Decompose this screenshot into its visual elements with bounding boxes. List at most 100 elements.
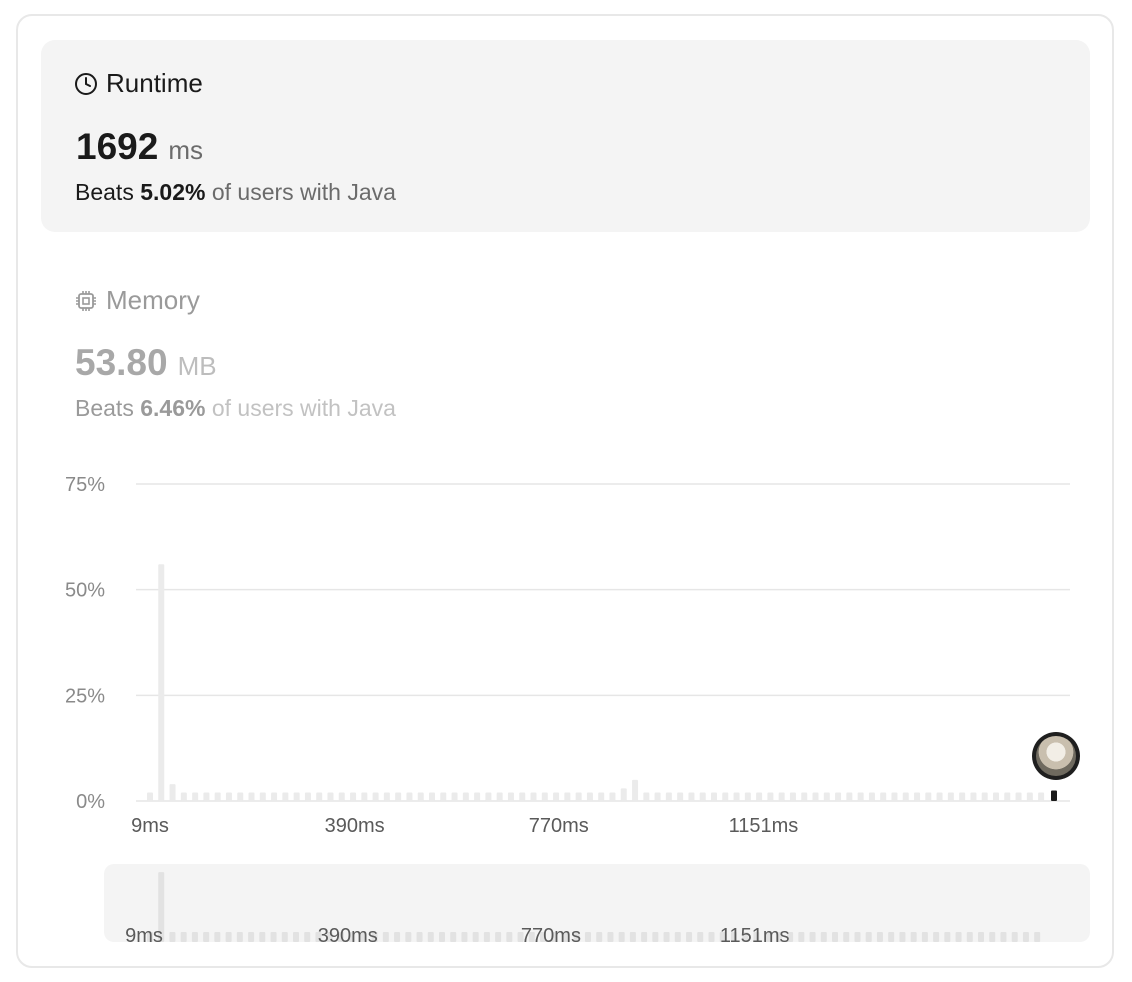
distribution-bar bbox=[891, 792, 898, 801]
navigator-bar bbox=[180, 932, 187, 942]
distribution-bar bbox=[665, 792, 672, 801]
distribution-bar bbox=[192, 792, 199, 801]
distribution-bar bbox=[316, 792, 323, 801]
navigator-tick-label: 390ms bbox=[318, 925, 378, 947]
distribution-bar bbox=[823, 792, 830, 801]
navigator-bar bbox=[281, 932, 288, 942]
navigator-bar bbox=[292, 932, 299, 942]
distribution-bar bbox=[868, 792, 875, 801]
distribution-bar bbox=[564, 792, 571, 801]
distribution-bar bbox=[632, 779, 639, 801]
navigator-bar bbox=[652, 932, 659, 942]
distribution-bar bbox=[507, 792, 514, 801]
distribution-bar bbox=[643, 792, 650, 801]
navigator-bar bbox=[798, 932, 805, 942]
y-tick-label: 25% bbox=[65, 685, 105, 707]
distribution-bar bbox=[474, 792, 481, 801]
navigator-bar bbox=[438, 932, 445, 942]
distribution-bar bbox=[248, 792, 255, 801]
distribution-bar bbox=[902, 792, 909, 801]
distribution-bar bbox=[485, 792, 492, 801]
navigator-bar bbox=[506, 932, 513, 942]
navigator-bar bbox=[674, 932, 681, 942]
runtime-distribution-chart: 0% 25% 50% 75% 9ms 390ms 770ms 1151ms 9ms 390ms 77… bbox=[65, 474, 1070, 947]
navigator-bar bbox=[1011, 932, 1018, 942]
distribution-bar bbox=[1015, 792, 1022, 801]
distribution-bar bbox=[271, 792, 278, 801]
navigator-bar bbox=[225, 932, 232, 942]
distribution-bar bbox=[744, 792, 751, 801]
navigator-bar bbox=[933, 932, 940, 942]
distribution-bar bbox=[880, 792, 887, 801]
navigator-bar bbox=[944, 932, 951, 942]
distribution-bar bbox=[338, 792, 345, 801]
navigator-bar bbox=[854, 932, 861, 942]
distribution-bar bbox=[1026, 792, 1033, 801]
distribution-bar bbox=[733, 792, 740, 801]
distribution-bar bbox=[620, 788, 627, 801]
navigator-bar bbox=[382, 932, 389, 942]
navigator-bar bbox=[270, 932, 277, 942]
distribution-bar bbox=[417, 792, 424, 801]
distribution-bar bbox=[169, 784, 176, 801]
distribution-bar bbox=[225, 792, 232, 801]
navigator-bar bbox=[483, 932, 490, 942]
navigator-tick-label: 770ms bbox=[521, 925, 581, 947]
navigator-bar bbox=[989, 932, 996, 942]
navigator-bar bbox=[214, 932, 221, 942]
distribution-bar bbox=[914, 792, 921, 801]
distribution-bar bbox=[440, 792, 447, 801]
navigator-bar bbox=[708, 932, 715, 942]
distribution-bar bbox=[586, 792, 593, 801]
distribution-bar bbox=[350, 792, 357, 801]
distribution-bar bbox=[970, 792, 977, 801]
navigator-tick-label: 9ms bbox=[125, 925, 163, 947]
navigator-bar bbox=[596, 932, 603, 942]
distribution-bar bbox=[406, 792, 413, 801]
avatar-image bbox=[1036, 736, 1076, 776]
navigator-bar bbox=[966, 932, 973, 942]
navigator-bar bbox=[663, 932, 670, 942]
distribution-bar bbox=[451, 792, 458, 801]
distribution-bar bbox=[147, 792, 153, 801]
distribution-bar bbox=[180, 792, 187, 801]
distribution-bar bbox=[383, 792, 390, 801]
distribution-bar bbox=[259, 792, 266, 801]
navigator-bar bbox=[641, 932, 648, 942]
navigator-bar bbox=[955, 932, 962, 942]
distribution-bar bbox=[959, 792, 966, 801]
y-tick-label: 50% bbox=[65, 580, 105, 602]
distribution-bar bbox=[361, 792, 368, 801]
distribution-bar bbox=[327, 792, 334, 801]
y-tick-label: 75% bbox=[65, 474, 105, 496]
distribution-bar bbox=[519, 792, 526, 801]
navigator-bar bbox=[259, 932, 266, 942]
y-tick-label: 0% bbox=[76, 791, 105, 813]
navigator-bar bbox=[876, 932, 883, 942]
navigator-bar bbox=[236, 932, 243, 942]
navigator-bar bbox=[899, 932, 906, 942]
distribution-bar bbox=[767, 792, 774, 801]
navigator-bar bbox=[809, 932, 816, 942]
distribution-bar bbox=[282, 792, 289, 801]
distribution-bar bbox=[812, 792, 819, 801]
user-submission-bar bbox=[1051, 790, 1057, 801]
navigator-bar bbox=[832, 932, 839, 942]
navigator-bar bbox=[697, 932, 704, 942]
navigator-bar bbox=[629, 932, 636, 942]
navigator-bar bbox=[461, 932, 468, 942]
distribution-bar bbox=[609, 792, 616, 801]
navigator-bar bbox=[843, 932, 850, 942]
distribution-bar bbox=[947, 792, 954, 801]
navigator-bar bbox=[495, 932, 502, 942]
distribution-bar bbox=[237, 792, 244, 801]
distribution-bar bbox=[992, 792, 999, 801]
distribution-bar bbox=[304, 792, 311, 801]
user-avatar[interactable] bbox=[1032, 732, 1080, 780]
navigator-bar bbox=[910, 932, 917, 942]
navigator-bar bbox=[1022, 932, 1029, 942]
navigator-bar bbox=[304, 932, 311, 942]
distribution-bar bbox=[846, 792, 853, 801]
navigator-bar bbox=[1034, 932, 1041, 942]
distribution-bar bbox=[789, 792, 796, 801]
